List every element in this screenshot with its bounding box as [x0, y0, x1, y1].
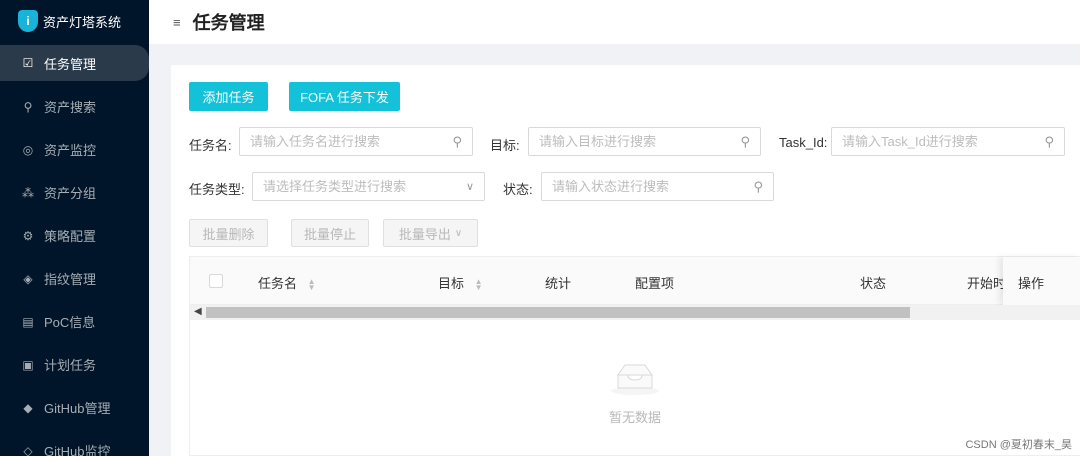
search-icon[interactable]: ⚲ [740, 134, 750, 150]
column-label: 目标 [438, 276, 465, 291]
sidebar-item-github-manage[interactable]: ◆ GitHub管理 [0, 386, 149, 429]
watermark: CSDN @夏初春末_昊 [965, 439, 1072, 451]
column-actions-fixed: 操作 [1003, 257, 1080, 305]
table-header: 任务名 ▲ ▼ 目标 ▲ ▼ 统计 配置项 状态 开始时 操作 [190, 257, 1080, 305]
github-icon: ◆ [23, 400, 33, 415]
search-icon[interactable]: ⚲ [452, 134, 462, 150]
search-icon[interactable]: ⚲ [1044, 134, 1054, 150]
sidebar-item-asset-group[interactable]: ⁂ 资产分组 [0, 171, 149, 214]
sidebar-item-label: PoC信息 [44, 315, 96, 330]
fingerprint-icon: ◈ [23, 271, 33, 286]
app-title: 资产灯塔系统 [43, 14, 122, 30]
sidebar-item-task-management[interactable]: ☑ 任务管理 [0, 45, 149, 81]
sidebar-menu: ☑ 任务管理 ⚲ 资产搜索 ◎ 资产监控 ⁂ 资产分组 ⚙ 策略配置 ◈ 指纹管… [0, 45, 149, 456]
horizontal-scrollbar[interactable]: ◀ [190, 305, 1080, 320]
column-stats: 统计 [545, 276, 572, 291]
sidebar: i 资产灯塔系统 ☑ 任务管理 ⚲ 资产搜索 ◎ 资产监控 ⁂ 资产分组 ⚙ 策… [0, 0, 149, 456]
shield-icon: ◎ [22, 142, 34, 157]
sidebar-item-label: 资产搜索 [44, 100, 97, 115]
sidebar-item-scheduled-task[interactable]: ▣ 计划任务 [0, 343, 149, 386]
task-type-label: 任务类型: [189, 182, 245, 197]
task-name-field[interactable]: ⚲ [239, 127, 473, 156]
add-task-button[interactable]: 添加任务 [189, 82, 268, 111]
top-header: ≡ 任务管理 [149, 0, 1080, 44]
empty-inbox-icon [611, 364, 659, 395]
status-input[interactable] [542, 173, 773, 200]
sidebar-item-label: 任务管理 [44, 56, 97, 72]
task-id-field[interactable]: ⚲ [831, 127, 1065, 156]
chevron-down-icon: ∨ [465, 181, 474, 193]
sidebar-item-label: 策略配置 [44, 229, 97, 244]
task-id-input[interactable] [832, 128, 1064, 155]
sidebar-item-poc[interactable]: ▤ PoC信息 [0, 300, 149, 343]
sidebar-item-label: GitHub监控 [44, 444, 111, 456]
sidebar-item-github-monitor[interactable]: ◇ GitHub监控 [0, 429, 149, 456]
task-type-select[interactable]: ∨ [252, 172, 485, 201]
lighthouse-logo-icon: i [18, 10, 38, 32]
empty-state: 暂无数据 [190, 362, 1080, 426]
status-field[interactable]: ⚲ [541, 172, 774, 201]
scroll-left-arrow-icon[interactable]: ◀ [194, 306, 202, 317]
batch-stop-button[interactable]: 批量停止 [291, 219, 369, 247]
sidebar-item-label: 资产监控 [44, 143, 97, 158]
content-card: 添加任务 FOFA 任务下发 任务名: ⚲ 目标: ⚲ Task_Id: ⚲ 任… [171, 65, 1080, 456]
document-icon: ▤ [22, 314, 34, 329]
empty-text: 暂无数据 [608, 410, 661, 425]
select-all-checkbox[interactable] [209, 274, 223, 288]
task-icon: ☑ [22, 56, 34, 70]
menu-fold-icon[interactable]: ≡ [173, 15, 181, 30]
column-start-time: 开始时 [967, 276, 1007, 291]
group-icon: ⁂ [22, 185, 34, 200]
app-logo[interactable]: i 资产灯塔系统 [0, 0, 149, 42]
sort-icon[interactable]: ▲ ▼ [475, 277, 483, 291]
sidebar-item-label: 计划任务 [44, 358, 97, 373]
task-id-label: Task_Id: [779, 135, 828, 150]
column-status: 状态 [860, 276, 887, 291]
task-table: 任务名 ▲ ▼ 目标 ▲ ▼ 统计 配置项 状态 开始时 操作 ◀ 暂无数据 [189, 256, 1080, 456]
column-task-name[interactable]: 任务名 ▲ ▼ [258, 273, 316, 292]
sort-icon[interactable]: ▲ ▼ [308, 277, 316, 291]
sidebar-item-fingerprint[interactable]: ◈ 指纹管理 [0, 257, 149, 300]
sidebar-item-label: 指纹管理 [44, 272, 97, 287]
search-icon: ⚲ [23, 99, 33, 114]
target-input[interactable] [529, 128, 760, 155]
target-field[interactable]: ⚲ [528, 127, 761, 156]
sidebar-item-asset-monitor[interactable]: ◎ 资产监控 [0, 128, 149, 171]
search-icon[interactable]: ⚲ [753, 179, 763, 195]
batch-delete-button[interactable]: 批量删除 [189, 219, 268, 247]
terminal-icon: ▣ [22, 357, 34, 372]
column-target[interactable]: 目标 ▲ ▼ [438, 273, 483, 292]
batch-export-button[interactable]: 批量导出 ∨ [383, 219, 478, 247]
sidebar-item-asset-search[interactable]: ⚲ 资产搜索 [0, 85, 149, 128]
status-label: 状态: [503, 182, 533, 197]
sidebar-item-label: 资产分组 [44, 186, 97, 201]
scrollbar-thumb[interactable] [206, 307, 910, 318]
task-name-label: 任务名: [189, 138, 232, 153]
target-label: 目标: [490, 138, 520, 153]
gear-icon: ⚙ [22, 228, 34, 243]
sidebar-item-label: GitHub管理 [44, 401, 111, 416]
github-monitor-icon: ◇ [23, 443, 33, 456]
chevron-down-icon: ∨ [454, 227, 463, 239]
sidebar-item-policy-config[interactable]: ⚙ 策略配置 [0, 214, 149, 257]
column-config: 配置项 [635, 276, 675, 291]
task-type-input[interactable] [253, 173, 484, 200]
fofa-task-button[interactable]: FOFA 任务下发 [289, 82, 400, 111]
page-title: 任务管理 [192, 13, 265, 33]
task-name-input[interactable] [240, 128, 472, 155]
column-label: 任务名 [258, 276, 298, 291]
batch-export-label: 批量导出 [398, 226, 451, 242]
column-actions: 操作 [1018, 276, 1045, 291]
